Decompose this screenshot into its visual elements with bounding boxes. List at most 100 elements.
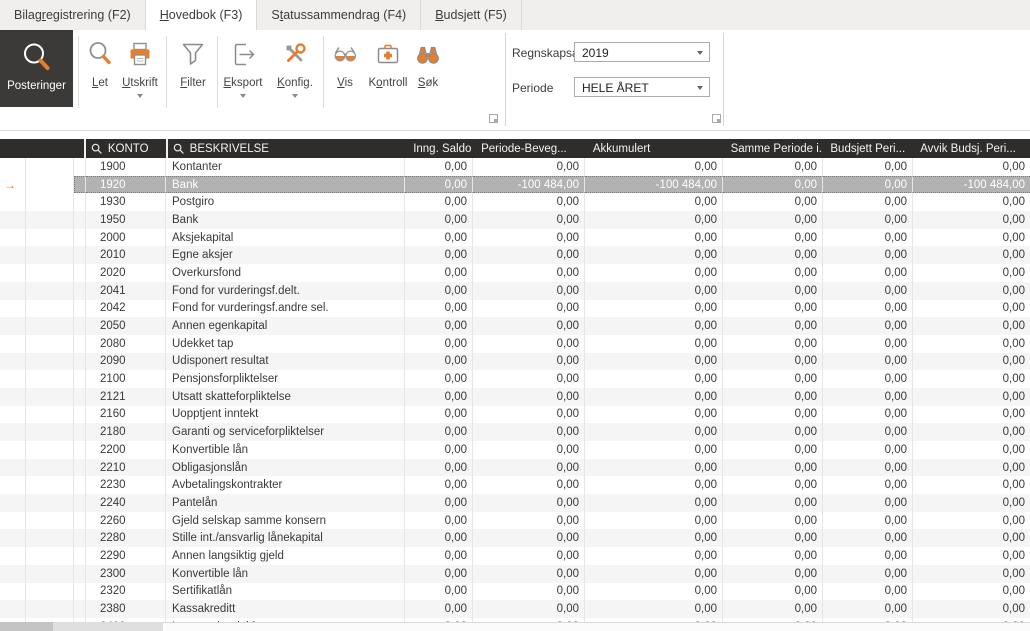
akkumulert-cell[interactable]: 0,00 <box>585 246 723 265</box>
beskrivelse-cell[interactable]: Egne aksjer <box>166 246 405 265</box>
beskrivelse-cell[interactable]: Annen egenkapital <box>166 317 405 335</box>
table-row[interactable]: 2230 Avbetalingskontrakter 0,00 0,00 0,0… <box>0 476 1030 495</box>
beskrivelse-cell[interactable]: Pantelån <box>166 494 405 512</box>
beskrivelse-cell[interactable]: Pensjonsforpliktelser <box>166 370 405 388</box>
eksport-button[interactable]: Eksport <box>219 36 267 120</box>
scrollbar-track[interactable] <box>163 622 1030 631</box>
konto-cell[interactable]: 2320 <box>86 582 166 601</box>
samme-periode-cell[interactable]: 0,00 <box>723 564 823 583</box>
beskrivelse-cell[interactable]: Bank <box>166 211 405 229</box>
beskrivelse-cell[interactable]: Kassakreditt <box>166 600 405 618</box>
avvik-budsjett-cell[interactable]: 0,00 <box>913 335 1030 353</box>
samme-periode-cell[interactable]: 0,00 <box>723 281 823 300</box>
inng-saldo-cell[interactable]: 0,00 <box>405 564 473 583</box>
periode-bevegelse-cell[interactable]: 0,00 <box>473 370 585 388</box>
samme-periode-cell[interactable]: 0,00 <box>723 228 823 247</box>
budsjett-periode-cell[interactable]: 0,00 <box>823 476 913 495</box>
samme-periode-cell[interactable]: 0,00 <box>723 193 823 212</box>
periode-bevegelse-cell[interactable]: 0,00 <box>473 264 585 282</box>
avvik-budsjett-cell[interactable]: 0,00 <box>913 158 1030 176</box>
samme-periode-cell[interactable]: 0,00 <box>723 387 823 406</box>
samme-periode-cell[interactable]: 0,00 <box>723 246 823 265</box>
samme-periode-column-header[interactable]: Samme Periode i... <box>724 139 824 158</box>
inng-saldo-cell[interactable]: 0,00 <box>405 387 473 406</box>
tab-statussammendrag[interactable]: Statussammendrag (F4) <box>257 0 422 30</box>
konto-cell[interactable]: 2290 <box>86 547 166 565</box>
konto-cell[interactable]: 1920 <box>86 175 166 194</box>
akkumulert-cell[interactable]: 0,00 <box>585 476 723 495</box>
budsjett-periode-cell[interactable]: 0,00 <box>823 564 913 583</box>
vis-button[interactable]: Vis <box>327 36 363 120</box>
periode-bevegelse-cell[interactable]: 0,00 <box>473 299 585 318</box>
inng-saldo-cell[interactable]: 0,00 <box>405 529 473 548</box>
periode-bevegelse-cell[interactable]: 0,00 <box>473 494 585 512</box>
konfig-button[interactable]: Konfig. <box>271 36 319 120</box>
konto-cell[interactable]: 2080 <box>86 334 166 353</box>
ribbon-group-expand-icon[interactable] <box>712 114 721 123</box>
sok-button[interactable]: Søk <box>410 36 446 120</box>
samme-periode-cell[interactable]: 0,00 <box>723 264 823 282</box>
avvik-budsjett-cell[interactable]: 0,00 <box>913 229 1030 247</box>
avvik-budsjett-cell[interactable]: 0,00 <box>913 406 1030 424</box>
inng-saldo-cell[interactable]: 0,00 <box>405 476 473 495</box>
konto-cell[interactable]: 2090 <box>86 352 166 371</box>
budsjett-periode-cell[interactable]: 0,00 <box>823 281 913 300</box>
periode-bevegelse-cell[interactable]: 0,00 <box>473 529 585 548</box>
inng-saldo-cell[interactable]: 0,00 <box>405 264 473 282</box>
inng-saldo-cell[interactable]: 0,00 <box>405 211 473 229</box>
table-row[interactable]: 2180 Garanti og serviceforpliktelser 0,0… <box>0 423 1030 441</box>
akkumulert-cell[interactable]: 0,00 <box>585 281 723 300</box>
inng-saldo-cell[interactable]: 0,00 <box>405 175 473 194</box>
beskrivelse-cell[interactable]: Kontanter <box>166 158 405 176</box>
periode-bevegelse-cell[interactable]: 0,00 <box>473 352 585 371</box>
avvik-budsjett-cell[interactable]: 0,00 <box>913 211 1030 229</box>
scrollbar-thumb-light[interactable] <box>53 622 163 631</box>
akkumulert-cell[interactable]: 0,00 <box>585 211 723 229</box>
periode-bevegelse-column-header[interactable]: Periode-Beveg... <box>474 139 586 158</box>
periode-bevegelse-cell[interactable]: 0,00 <box>473 547 585 565</box>
regnskapsar-combobox[interactable]: 2019 <box>574 42 710 62</box>
periode-bevegelse-cell[interactable]: 0,00 <box>473 564 585 583</box>
budsjett-periode-cell[interactable]: 0,00 <box>823 299 913 318</box>
beskrivelse-cell[interactable]: Bank <box>166 175 405 194</box>
inng-saldo-cell[interactable]: 0,00 <box>405 458 473 477</box>
inng-saldo-cell[interactable]: 0,00 <box>405 281 473 300</box>
konto-cell[interactable]: 2260 <box>86 511 166 530</box>
akkumulert-cell[interactable]: -100 484,00 <box>585 175 723 194</box>
budsjett-periode-cell[interactable]: 0,00 <box>823 352 913 371</box>
avvik-budsjett-cell[interactable]: 0,00 <box>913 565 1030 583</box>
akkumulert-cell[interactable]: 0,00 <box>585 299 723 318</box>
periode-bevegelse-cell[interactable]: 0,00 <box>473 476 585 495</box>
konto-cell[interactable]: 2300 <box>86 564 166 583</box>
table-row[interactable]: 2280 Stille int./ansvarlig lånekapital 0… <box>0 529 1030 548</box>
table-row[interactable]: 2121 Utsatt skatteforpliktelse 0,00 0,00… <box>0 387 1030 406</box>
let-button[interactable]: Let <box>82 36 118 120</box>
konto-cell[interactable]: 2050 <box>86 317 166 335</box>
konto-cell[interactable]: 2160 <box>86 405 166 424</box>
periode-bevegelse-cell[interactable]: 0,00 <box>473 441 585 459</box>
konto-cell[interactable]: 2240 <box>86 494 166 512</box>
avvik-budsjett-cell[interactable]: 0,00 <box>913 300 1030 318</box>
samme-periode-cell[interactable]: 0,00 <box>723 211 823 229</box>
beskrivelse-cell[interactable]: Postgiro <box>166 193 405 212</box>
inng-saldo-cell[interactable]: 0,00 <box>405 228 473 247</box>
beskrivelse-cell[interactable]: Avbetalingskontrakter <box>166 476 405 495</box>
periode-bevegelse-cell[interactable]: 0,00 <box>473 158 585 176</box>
akkumulert-cell[interactable]: 0,00 <box>585 511 723 530</box>
konto-cell[interactable]: 2280 <box>86 529 166 548</box>
beskrivelse-cell[interactable]: Fond for vurderingsf.delt. <box>166 281 405 300</box>
samme-periode-cell[interactable]: 0,00 <box>723 334 823 353</box>
inng-saldo-cell[interactable]: 0,00 <box>405 511 473 530</box>
periode-bevegelse-cell[interactable]: 0,00 <box>473 334 585 353</box>
akkumulert-cell[interactable]: 0,00 <box>585 228 723 247</box>
avvik-budsjett-cell[interactable]: 0,00 <box>913 441 1030 459</box>
table-row[interactable]: 2050 Annen egenkapital 0,00 0,00 0,00 0,… <box>0 317 1030 335</box>
budsjett-periode-cell[interactable]: 0,00 <box>823 246 913 265</box>
utskrift-button[interactable]: Utskrift <box>117 36 163 120</box>
table-row[interactable]: → 1920 Bank 0,00 -100 484,00 -100 484,00… <box>0 175 1030 194</box>
samme-periode-cell[interactable]: 0,00 <box>723 423 823 441</box>
filter-button[interactable]: Filter <box>170 36 216 120</box>
periode-bevegelse-cell[interactable]: 0,00 <box>473 600 585 618</box>
periode-bevegelse-cell[interactable]: 0,00 <box>473 423 585 441</box>
konto-cell[interactable]: 2380 <box>86 600 166 618</box>
